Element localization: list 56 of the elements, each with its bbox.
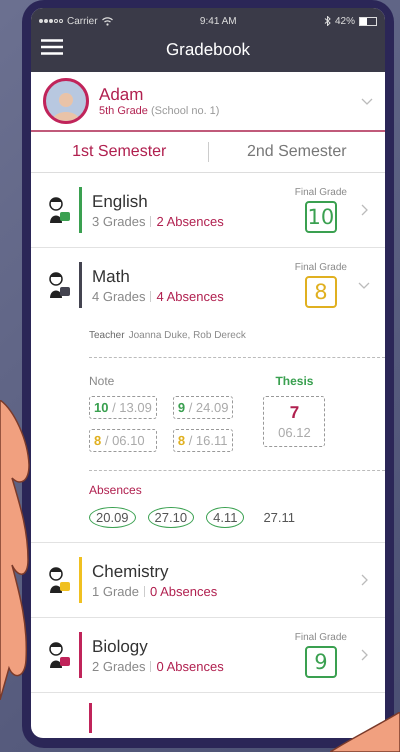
clock-time: 9:41 AM [200, 16, 237, 26]
class-label: 5th Grade [99, 105, 148, 117]
avatar [43, 78, 89, 124]
grades-count: 1 Grade [92, 584, 139, 598]
semester-tab[interactable]: 1st Semester [31, 143, 208, 161]
battery-icon [359, 16, 377, 26]
absences-count: 2 Absences [156, 214, 224, 228]
subject-name: Math [92, 266, 131, 286]
thesis-label: Thesis [275, 374, 314, 388]
grades-count: 3 Grades [92, 214, 146, 228]
notes-label: Note [89, 374, 116, 388]
absence-date: 4.11 [206, 507, 244, 528]
student-selector[interactable]: Adam 5th Grade (School no. 1) [31, 72, 385, 132]
subject-row[interactable]: English 3 Grades 2 Absences Final Grade 10 [31, 173, 385, 247]
note-grade: 9 / 24.09 [172, 396, 234, 419]
thumb-drawing [330, 712, 400, 752]
final-grade-label: Final Grade [294, 632, 347, 643]
final-grade: 9 [304, 646, 337, 678]
signal-icon [39, 19, 63, 23]
thesis-grade: 7 [290, 403, 300, 423]
final-grade: 8 [304, 276, 337, 308]
bluetooth-icon [324, 16, 331, 26]
grades-count: 4 Grades [92, 288, 146, 304]
subject-color-bar [89, 703, 92, 733]
absence-date: 27.10 [148, 507, 194, 528]
teacher-label: Teacher [89, 330, 125, 341]
subject-row[interactable]: Chemistry 1 Grade 0 Absences [31, 543, 385, 617]
school-label: (School no. 1) [150, 105, 220, 117]
absence-date: 27.11 [262, 509, 296, 527]
subject-name: Biology [92, 636, 149, 656]
screen-title: Gradebook [166, 40, 250, 60]
absences-count: 4 Absences [156, 288, 224, 304]
battery-percent: 42% [334, 16, 355, 26]
menu-icon[interactable] [41, 39, 63, 55]
absence-date: 20.09 [89, 507, 136, 528]
final-grade-label: Final Grade [294, 262, 347, 273]
final-grade: 10 [304, 201, 337, 233]
note-grade: 8 / 06.10 [89, 429, 157, 452]
wifi-icon [102, 16, 113, 26]
absences-count: 0 Absences [150, 584, 218, 598]
absences-count: 0 Absences [156, 658, 224, 674]
chevron-down-icon [361, 98, 373, 104]
carrier-name: Carrier [67, 16, 98, 26]
absences-label: Absences [89, 482, 143, 499]
subject-name: Chemistry [92, 562, 170, 582]
final-grade-label: Final Grade [294, 187, 347, 198]
subject-row[interactable]: Biology 2 Grades 0 Absences Final Grade 9 [31, 618, 385, 692]
thesis-date: 06.12 [278, 425, 311, 440]
note-grade: 8 / 16.11 [172, 429, 234, 452]
teacher-names: Joanna Duke, Rob Dereck [128, 330, 246, 341]
semester-tab[interactable]: 2nd Semester [208, 143, 385, 161]
student-name: Adam [99, 85, 144, 105]
grades-count: 2 Grades [92, 658, 146, 674]
note-grade: 10 / 13.09 [89, 396, 157, 419]
subject-row[interactable]: Math 4 Grades 4 Absences Final Grade 8 [31, 248, 385, 322]
subject-name: English [92, 192, 149, 212]
